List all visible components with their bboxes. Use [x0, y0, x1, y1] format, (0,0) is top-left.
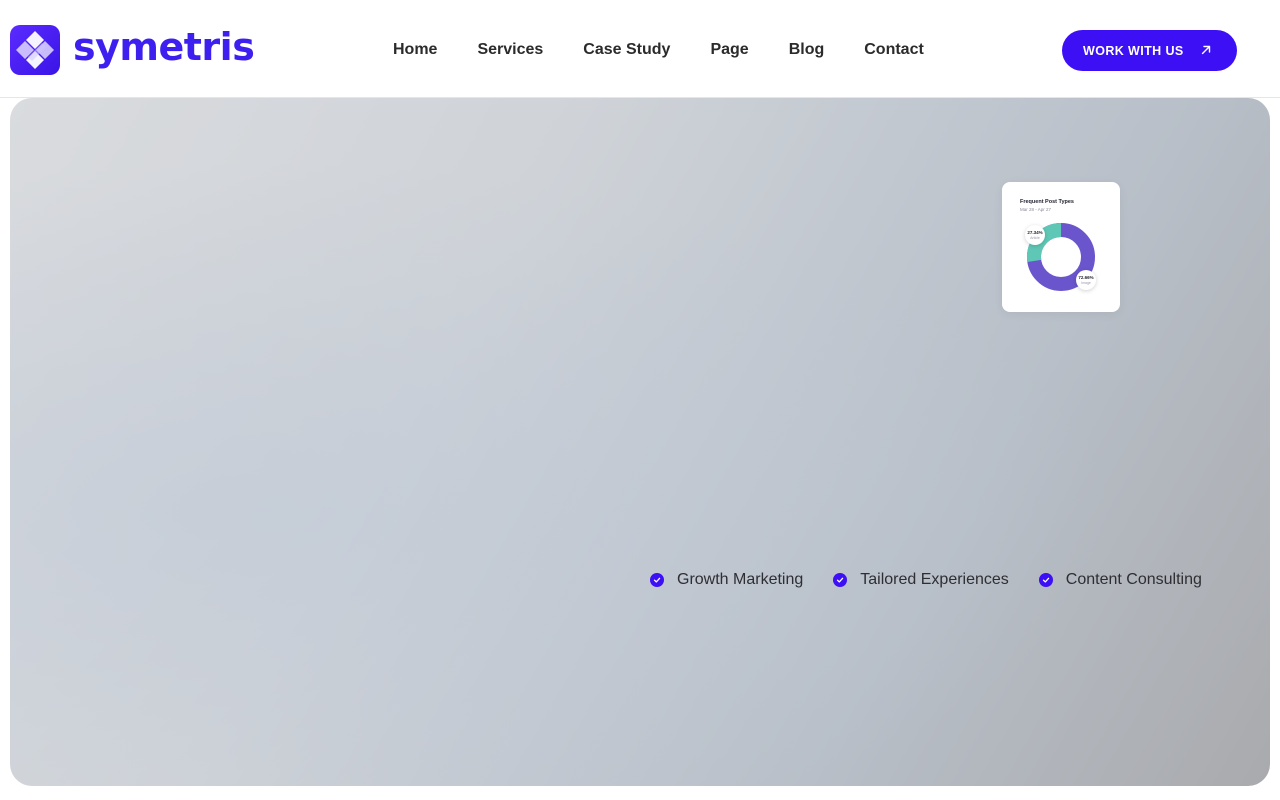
nav-item-home[interactable]: Home — [393, 38, 437, 62]
image-percentage-bubble: 72.66% Image — [1076, 270, 1096, 290]
feature-content-consulting: Content Consulting — [1038, 570, 1202, 590]
brand-name: symetris — [73, 25, 255, 69]
check-circle-icon — [1038, 573, 1053, 587]
feature-label: Tailored Experiences — [860, 571, 1009, 588]
arrow-up-right-icon — [1201, 45, 1211, 55]
feature-list: Growth Marketing Tailored Experiences Co… — [650, 570, 1202, 590]
feature-label: Growth Marketing — [677, 571, 804, 588]
image-percentage: 72.66% — [1078, 275, 1094, 280]
brand-logo[interactable]: symetris — [10, 25, 255, 75]
work-with-us-label: WORK WITH US — [1083, 43, 1184, 58]
nav-item-blog[interactable]: Blog — [789, 38, 825, 62]
nav-item-contact[interactable]: Contact — [864, 38, 924, 62]
donut-chart — [1027, 223, 1095, 291]
check-circle-icon — [650, 573, 664, 587]
feature-tailored-experiences: Tailored Experiences — [833, 570, 1009, 590]
main-nav: Home Services Case Study Page Blog Conta… — [393, 38, 924, 62]
check-circle-icon — [833, 573, 848, 587]
article-label: Article — [1030, 236, 1040, 240]
nav-item-page[interactable]: Page — [710, 38, 748, 62]
logo-mark-icon — [10, 25, 60, 75]
work-with-us-button[interactable]: WORK WITH US — [1062, 30, 1237, 71]
nav-item-case-study[interactable]: Case Study — [583, 38, 670, 62]
image-label: Image — [1081, 281, 1091, 285]
hero-section: Frequent Post Types Mar 28 - Apr 27 27.3… — [10, 98, 1270, 786]
feature-label: Content Consulting — [1065, 571, 1202, 588]
article-percentage: 27.34% — [1027, 230, 1043, 235]
article-percentage-bubble: 27.34% Article — [1025, 225, 1045, 245]
feature-growth-marketing: Growth Marketing — [650, 570, 803, 590]
post-types-chart-card: Frequent Post Types Mar 28 - Apr 27 27.3… — [1002, 182, 1120, 312]
site-header: symetris Home Services Case Study Page B… — [0, 0, 1280, 98]
nav-item-services[interactable]: Services — [477, 38, 543, 62]
